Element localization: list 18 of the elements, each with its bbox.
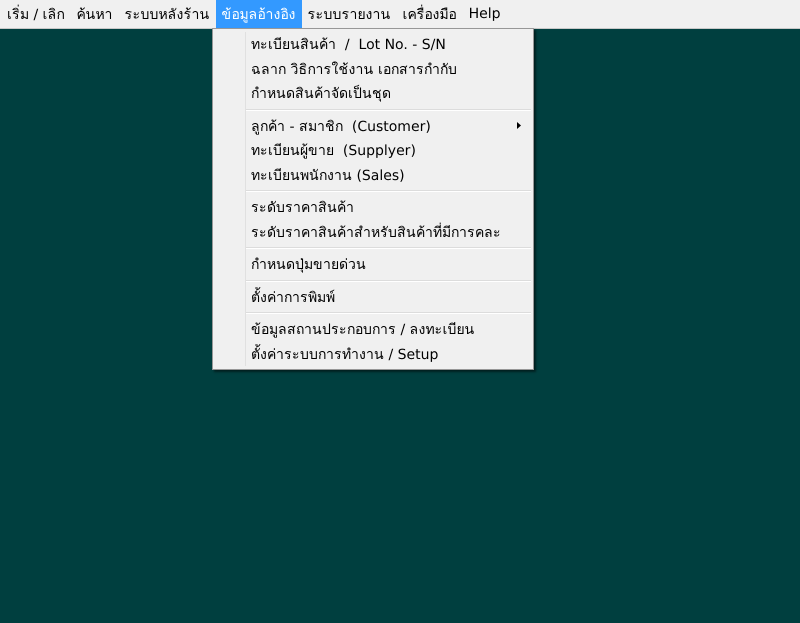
menu-option[interactable]: ทะเบียนพนักงาน (Sales) [251, 164, 405, 186]
menu-option[interactable]: ข้อมูลสถานประกอบการ / ลงทะเบียน [251, 318, 475, 340]
menu-option[interactable]: ตั้งค่าระบบการทำงาน / Setup [251, 342, 438, 365]
menu-option[interactable]: ระดับราคาสินค้า [251, 196, 354, 218]
menu-option[interactable]: กำหนดสินค้าจัดเป็นชุด [251, 82, 391, 104]
menu-option[interactable]: ระดับราคาสินค้าสำหรับสินค้าที่มีการคละ [251, 220, 501, 243]
menu-item[interactable]: เครื่องมือ [396, 0, 463, 28]
menu-item[interactable]: ค้นหา [70, 0, 119, 28]
menu-option[interactable]: ทะเบียนสินค้า / Lot No. - S/N [251, 33, 446, 56]
menu-option[interactable]: ตั้งค่าการพิมพ์ [251, 286, 335, 308]
menu-option[interactable]: ฉลาก วิธิการใช้งาน เอกสารกำกับ [251, 58, 457, 80]
menu-item[interactable]: เริ่ม / เลิก [1, 0, 71, 28]
menu-item[interactable]: ระบบรายงาน [302, 0, 397, 28]
menu-option[interactable]: ทะเบียนผู้ขาย (Supplyer) [251, 139, 416, 162]
menu-option[interactable]: กำหนดปุ่มขายด่วน [251, 253, 366, 276]
menu-item[interactable]: ระบบหลังร้าน [118, 0, 216, 28]
menu-option[interactable]: ลูกค้า - สมาชิก (Customer) [251, 114, 431, 137]
menu-item[interactable]: Help [462, 0, 507, 28]
